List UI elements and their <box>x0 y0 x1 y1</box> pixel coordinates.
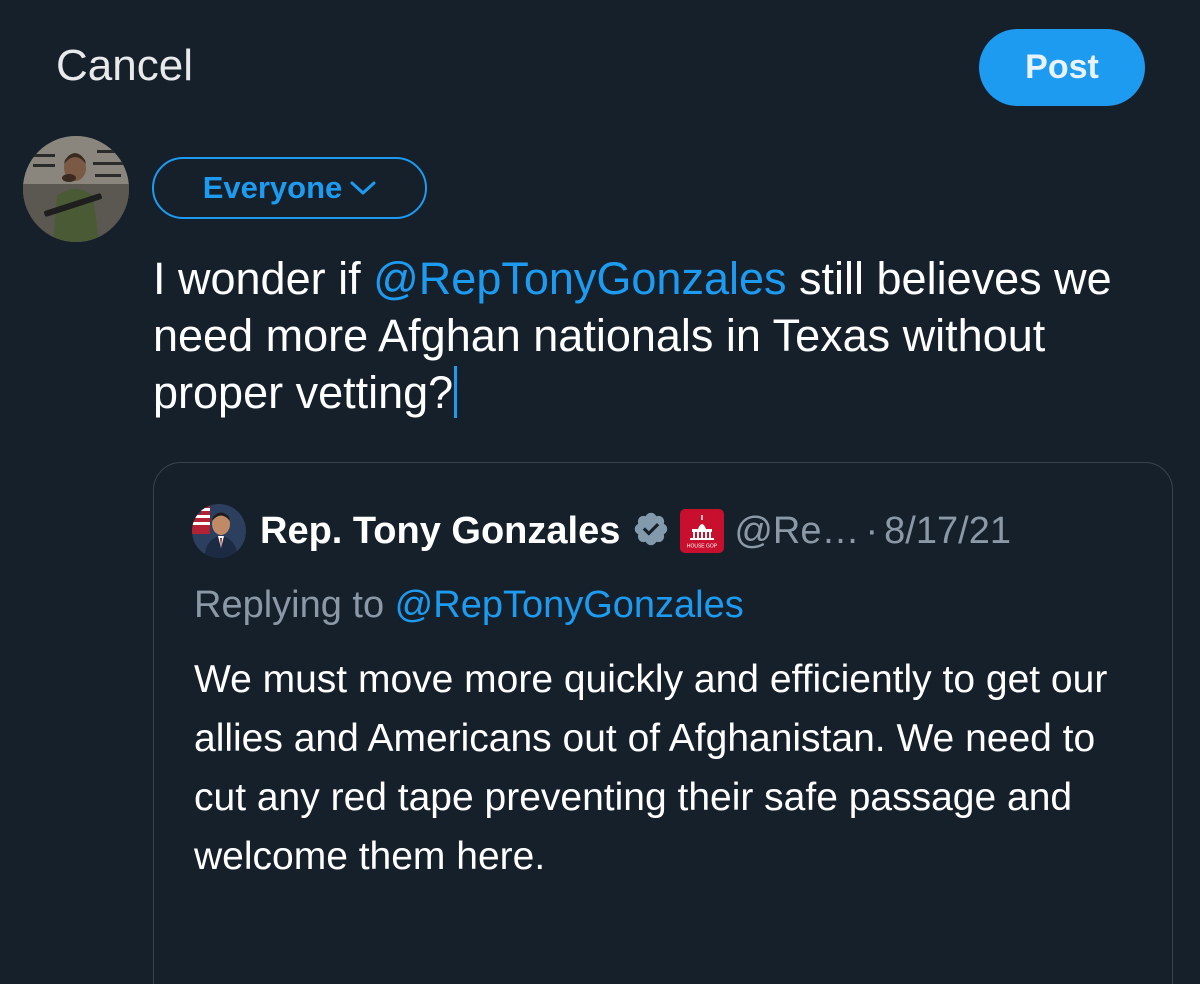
quoted-post-header: Rep. Tony Gonzales HOUSE GOP @Re… · 8/17… <box>192 503 1011 559</box>
verified-badge-icon <box>632 510 670 553</box>
user-avatar[interactable] <box>23 136 129 242</box>
replying-to-label: Replying to <box>194 584 395 626</box>
user-avatar-image <box>23 136 129 242</box>
audience-selector[interactable]: Everyone <box>152 157 427 219</box>
quoted-post-card[interactable]: Rep. Tony Gonzales HOUSE GOP @Re… · 8/17… <box>153 462 1173 984</box>
quoted-post-date[interactable]: 8/17/21 <box>884 510 1011 553</box>
quoted-author-name[interactable]: Rep. Tony Gonzales <box>260 510 620 553</box>
quoted-author-handle[interactable]: @Re… <box>734 510 859 553</box>
audience-label: Everyone <box>202 170 343 205</box>
compose-text-start: I wonder if <box>153 253 374 304</box>
quoted-post-body: We must move more quickly and efficientl… <box>194 658 1108 878</box>
text-cursor <box>454 366 458 418</box>
quoted-author-avatar[interactable] <box>192 504 246 558</box>
quoted-author-avatar-image <box>192 504 246 558</box>
compose-text-area[interactable]: I wonder if @RepTonyGonzales still belie… <box>153 250 1153 421</box>
replying-to-handle[interactable]: @RepTonyGonzales <box>395 584 744 626</box>
chevron-down-icon <box>350 180 376 196</box>
cancel-button[interactable]: Cancel <box>56 40 193 92</box>
separator-dot: · <box>865 509 879 552</box>
post-button[interactable]: Post <box>979 29 1145 106</box>
replying-to-line: Replying to @RepTonyGonzales <box>194 581 744 629</box>
compose-screen: Cancel Post Everyone I wonder if @RepTon… <box>0 0 1200 984</box>
house-gop-capitol-icon: HOUSE GOP <box>680 509 725 553</box>
affiliation-badge-text: HOUSE GOP <box>687 544 718 550</box>
compose-mention-link[interactable]: @RepTonyGonzales <box>373 253 786 304</box>
